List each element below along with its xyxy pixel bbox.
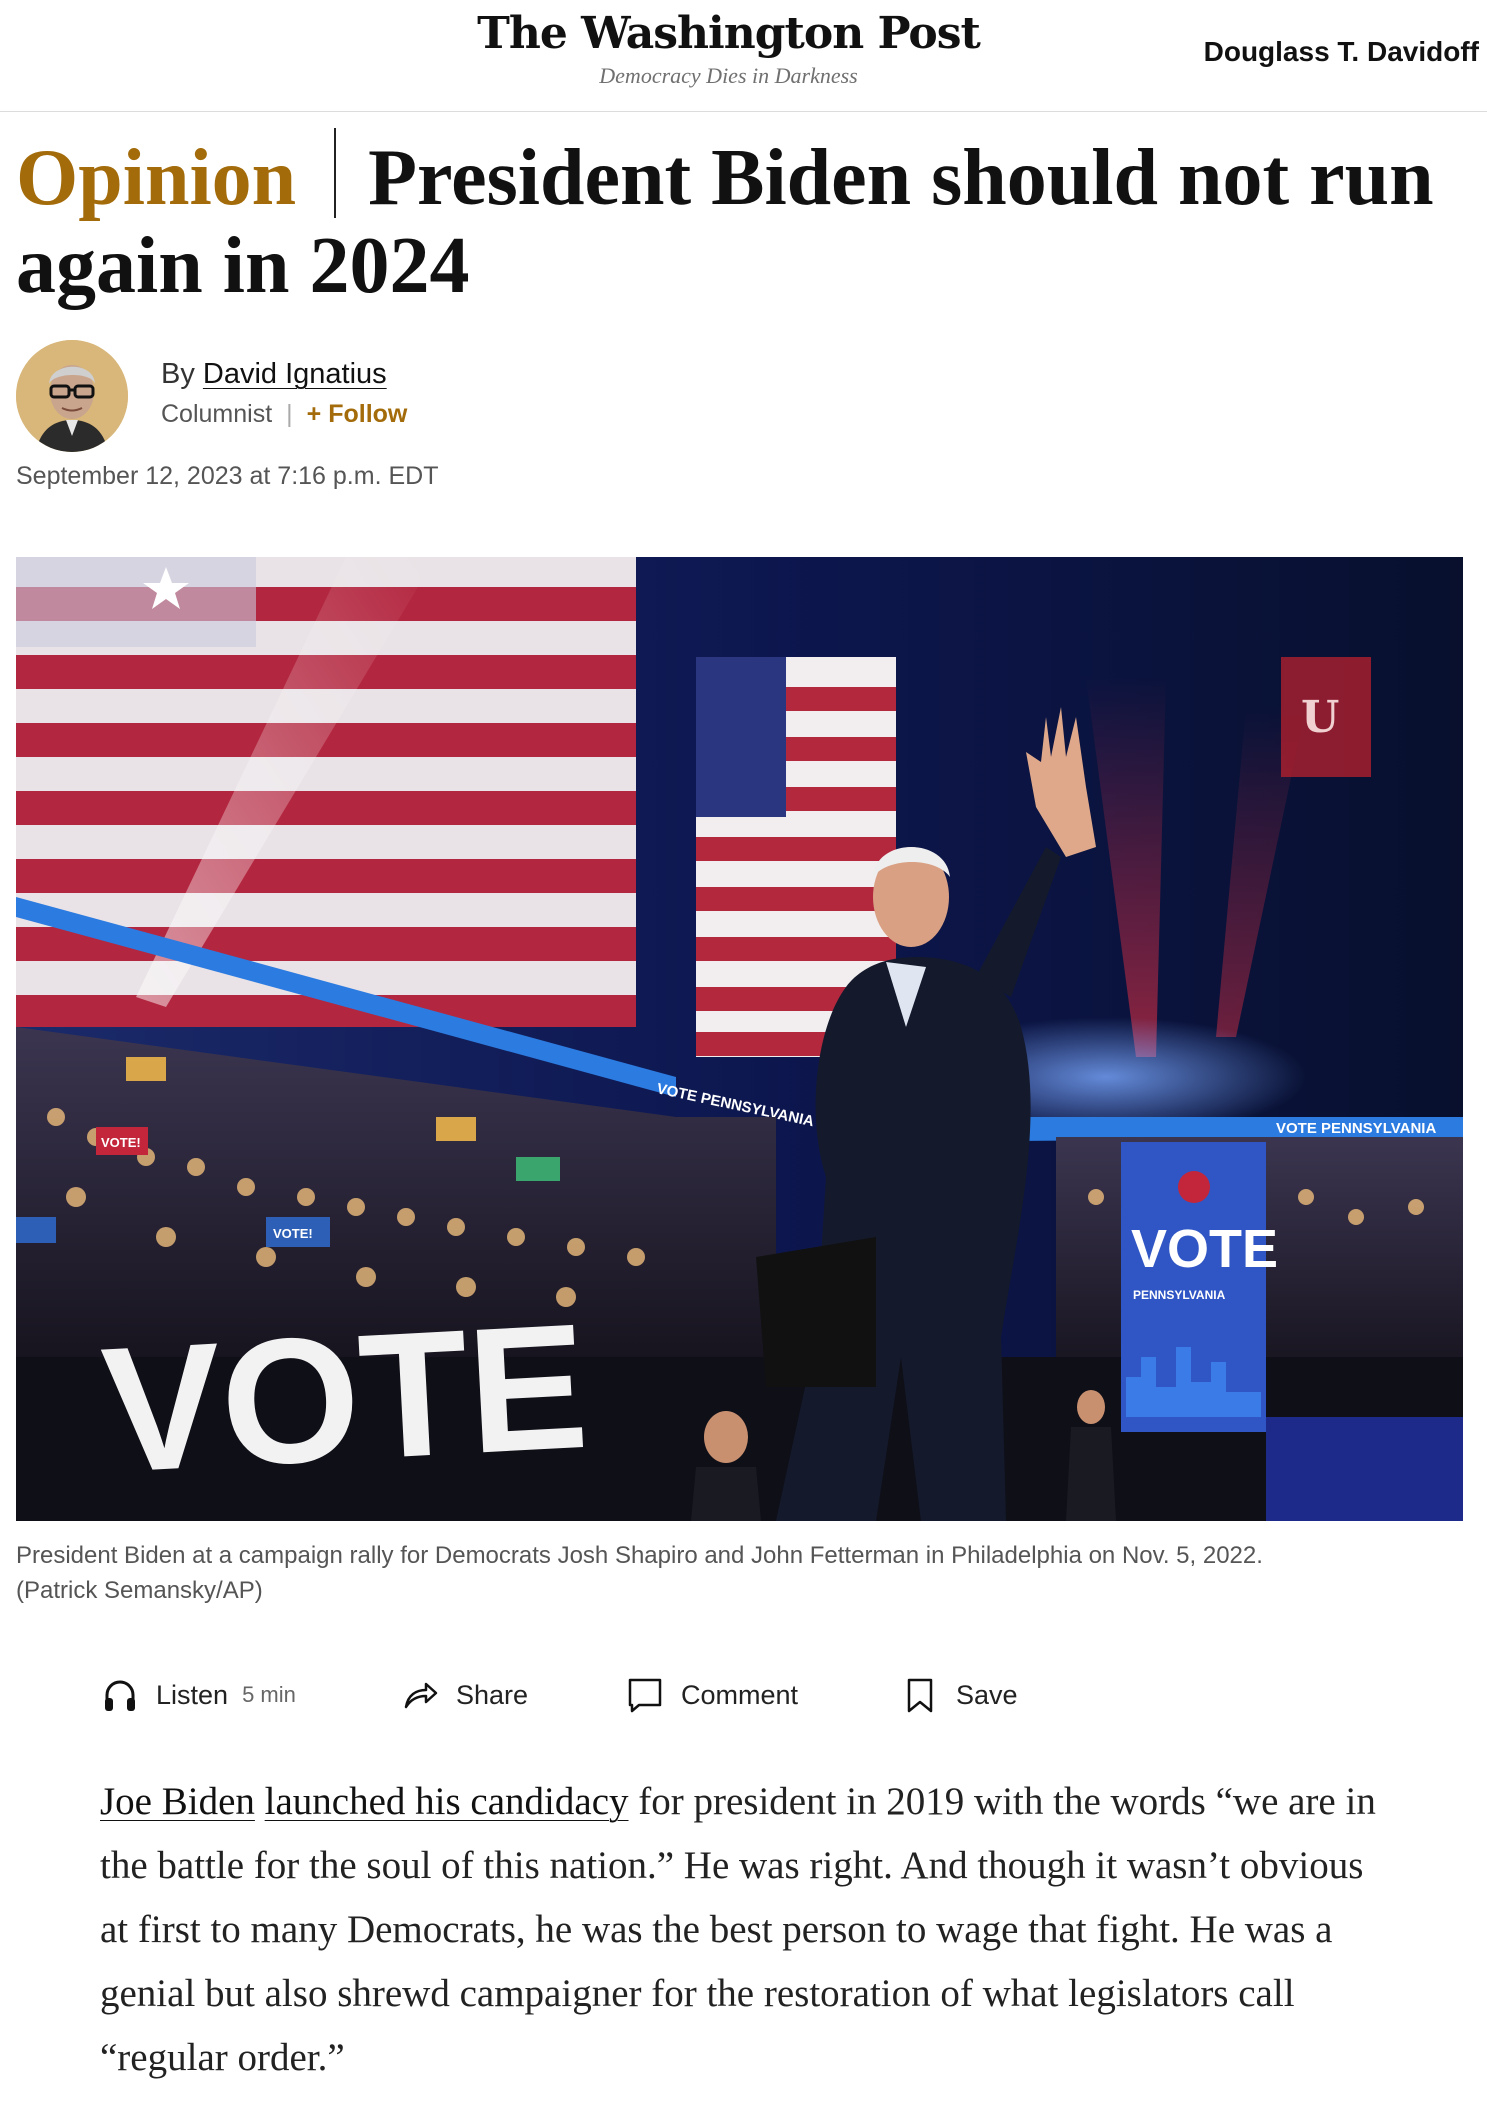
vote-letters: VOTE — [98, 1286, 592, 1510]
svg-text:U: U — [1301, 692, 1339, 743]
listen-button[interactable]: Listen 5 min — [100, 1670, 296, 1720]
kicker-divider — [334, 128, 337, 218]
candidacy-link[interactable]: launched his candidacy — [265, 1780, 629, 1823]
comment-label: Comment — [681, 1679, 799, 1710]
caption-text: President Biden at a campaign rally for … — [16, 1542, 1263, 1569]
paragraph-text: for president in 2019 with the words “we… — [100, 1780, 1376, 2079]
author-link[interactable]: David Ignatius — [203, 358, 387, 390]
sign-small-text: VOTE! — [101, 1135, 141, 1150]
share-label: Share — [456, 1679, 529, 1710]
sign-small-text-2: VOTE! — [273, 1226, 313, 1241]
banner-vote-text: VOTE — [1131, 1219, 1278, 1279]
bookmark-icon — [907, 1678, 933, 1713]
author-avatar[interactable] — [16, 340, 128, 452]
biden-link[interactable]: Joe Biden — [100, 1780, 255, 1823]
follow-button[interactable]: + Follow — [307, 400, 408, 428]
site-logo[interactable]: The Washington Post — [477, 8, 981, 59]
account-name[interactable]: Douglass T. Davidoff — [1204, 36, 1479, 68]
share-arrow-icon — [404, 1682, 438, 1709]
author-role: Columnist — [161, 400, 273, 428]
site-header: The Washington Post Democracy Dies in Da… — [0, 0, 1487, 112]
share-button[interactable]: Share — [400, 1670, 528, 1720]
byline-text: By David Ignatius — [161, 358, 387, 391]
save-button[interactable]: Save — [900, 1670, 1018, 1720]
hero-image[interactable]: VOTE PENNSYLVANIA VOTE PENNSYLVANIA VOTE… — [16, 557, 1463, 1521]
comment-icon — [628, 1678, 662, 1713]
role-divider: | — [286, 400, 293, 428]
listen-label: Listen — [156, 1679, 229, 1710]
article-body-paragraph: Joe Biden launched his candidacy for pre… — [100, 1770, 1390, 2090]
ribbon-text-right: VOTE PENNSYLVANIA — [1276, 1120, 1436, 1137]
banner-sub-text: PENNSYLVANIA — [1133, 1288, 1226, 1302]
vote-banner: VOTE PENNSYLVANIA — [1121, 1142, 1278, 1432]
comment-button[interactable]: Comment — [625, 1670, 798, 1720]
opinion-kicker[interactable]: Opinion — [16, 134, 296, 222]
byline-prefix: By — [161, 358, 195, 390]
article-headline: Opinion President Biden should not run ag… — [16, 128, 1456, 310]
byline: By David Ignatius Columnist | + Follow — [16, 340, 716, 460]
image-caption: President Biden at a campaign rally for … — [16, 1538, 1456, 1608]
author-portrait-icon — [16, 340, 128, 452]
listen-duration: 5 min — [242, 1682, 296, 1707]
article-action-bar: Listen 5 min Share Comment Save — [100, 1670, 1100, 1720]
caption-credit: (Patrick Semansky/AP) — [16, 1577, 263, 1604]
author-role-line: Columnist | + Follow — [161, 400, 407, 429]
headphones-icon — [105, 1680, 135, 1711]
save-label: Save — [956, 1679, 1018, 1710]
publish-date: September 12, 2023 at 7:16 p.m. EDT — [16, 462, 439, 490]
rally-photo: VOTE PENNSYLVANIA VOTE PENNSYLVANIA VOTE… — [16, 557, 1463, 1521]
